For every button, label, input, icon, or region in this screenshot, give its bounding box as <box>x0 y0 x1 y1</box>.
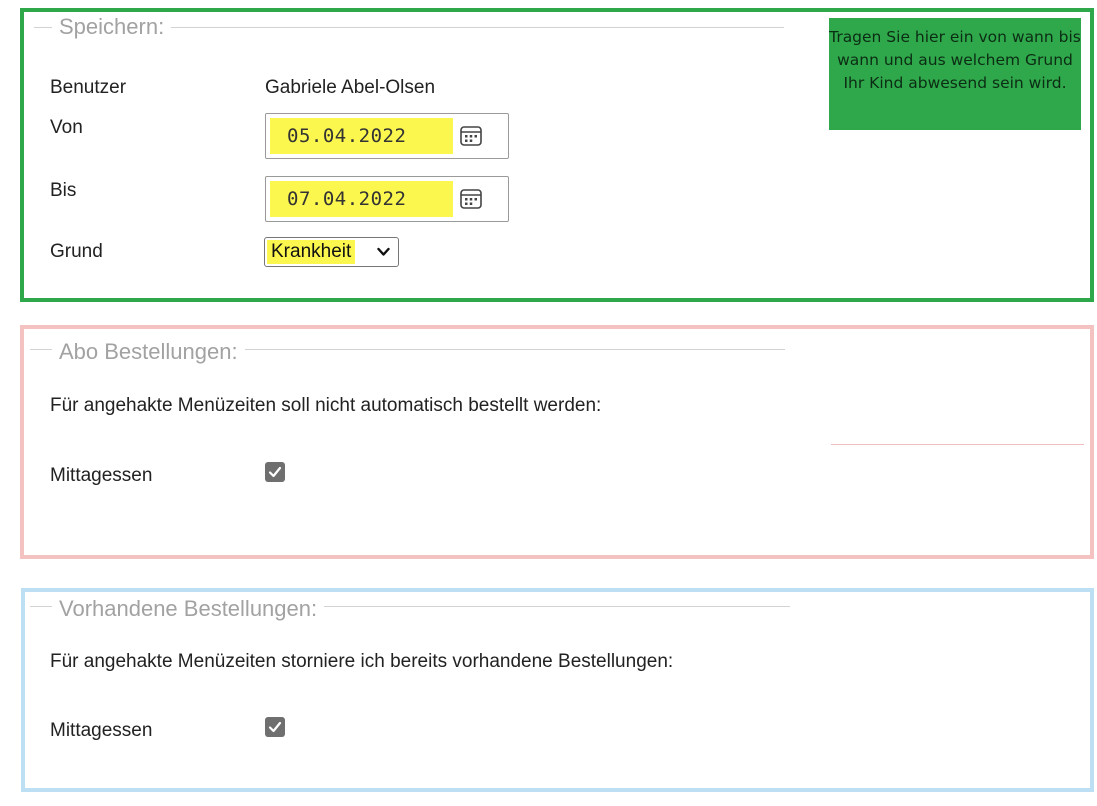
abo-divider <box>831 444 1084 445</box>
calendar-icon[interactable] <box>460 126 482 146</box>
vorhandene-item-label: Mittagessen <box>50 720 153 741</box>
grund-select[interactable]: Krankheit <box>264 237 399 267</box>
bis-date-value[interactable]: 07.04.2022 <box>270 181 453 217</box>
checkmark-icon <box>268 721 282 733</box>
bis-label: Bis <box>50 180 77 201</box>
help-tooltip: Tragen Sie hier ein von wann bis wann un… <box>829 18 1081 130</box>
abo-description: Für angehakte Menüzeiten soll nicht auto… <box>50 395 602 416</box>
speichern-legend: Speichern: <box>52 14 172 40</box>
vorhandene-legend: Vorhandene Bestellungen: <box>52 596 325 622</box>
grund-selected-value[interactable]: Krankheit <box>267 240 356 264</box>
von-date-value[interactable]: 05.04.2022 <box>270 118 453 154</box>
benutzer-label: Benutzer <box>50 77 127 98</box>
checkmark-icon <box>268 466 282 478</box>
calendar-icon[interactable] <box>460 189 482 209</box>
benutzer-value: Gabriele Abel-Olsen <box>265 77 436 98</box>
von-date-field[interactable]: 05.04.2022 <box>265 113 509 159</box>
vorhandene-mittagessen-checkbox[interactable] <box>265 717 285 737</box>
bis-date-field[interactable]: 07.04.2022 <box>265 176 509 222</box>
grund-label: Grund <box>50 241 103 262</box>
abo-legend: Abo Bestellungen: <box>52 339 245 365</box>
chevron-down-icon[interactable] <box>377 247 390 257</box>
vorhandene-description: Für angehakte Menüzeiten storniere ich b… <box>50 651 674 672</box>
abo-item-label: Mittagessen <box>50 465 153 486</box>
von-label: Von <box>50 117 83 138</box>
abo-mittagessen-checkbox[interactable] <box>265 462 285 482</box>
